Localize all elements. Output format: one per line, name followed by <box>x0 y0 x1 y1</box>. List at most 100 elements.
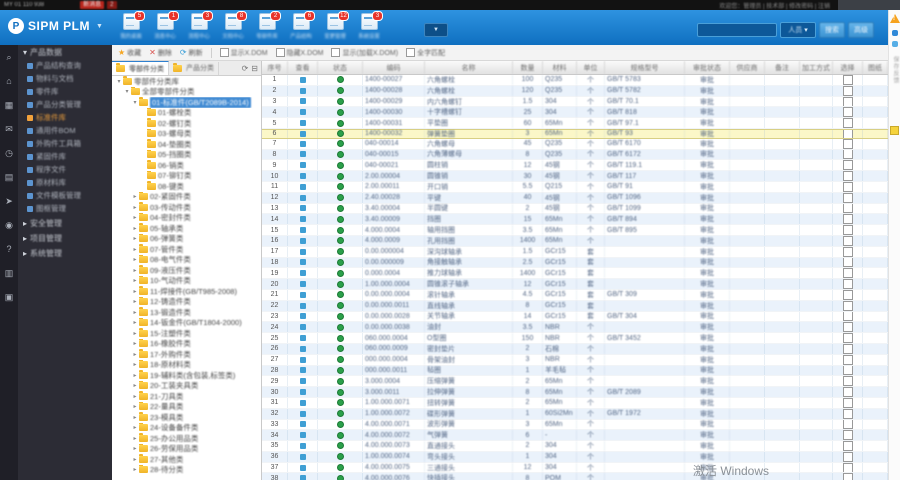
row-checkbox[interactable] <box>842 75 853 85</box>
select-cell[interactable] <box>833 322 863 333</box>
warning-icon[interactable] <box>890 14 900 23</box>
view-cell[interactable] <box>288 333 318 343</box>
table-row[interactable]: 18 0.00.000009 角接触轴承 2.5 GCr15 套 审批 <box>262 257 888 269</box>
view-cell[interactable] <box>288 300 318 311</box>
sidebar-item[interactable]: 零件库 <box>18 85 112 98</box>
select-cell[interactable] <box>833 462 863 473</box>
chevron-right-icon[interactable]: ▸ <box>131 445 139 452</box>
view-icon[interactable] <box>299 367 306 374</box>
column-header[interactable]: 规格型号 <box>605 61 685 74</box>
row-checkbox[interactable] <box>842 451 853 462</box>
row-checkbox[interactable] <box>842 430 853 441</box>
view-cell[interactable] <box>288 430 318 441</box>
report-icon[interactable]: ▣ <box>0 285 18 309</box>
search-scope-select[interactable]: 人员 ▾ <box>780 22 816 38</box>
select-cell[interactable] <box>833 138 863 149</box>
select-cell[interactable] <box>833 408 863 419</box>
select-cell[interactable] <box>833 354 863 365</box>
column-header[interactable]: 序号 <box>262 61 288 74</box>
clock-icon[interactable]: ◷ <box>0 141 18 165</box>
view-cell[interactable] <box>288 289 318 300</box>
view-cell[interactable] <box>288 354 318 365</box>
nav-section-header[interactable]: ▾ 产品数据 <box>18 45 112 59</box>
app-shortcut-icon[interactable] <box>892 30 898 36</box>
row-checkbox[interactable] <box>842 354 853 365</box>
tree-node[interactable]: ▸ 10-气动件类 <box>112 275 261 287</box>
select-cell[interactable] <box>833 419 863 430</box>
select-cell[interactable] <box>833 181 863 192</box>
select-cell[interactable] <box>833 160 863 171</box>
table-row[interactable]: 29 3.000.0004 压缩弹簧 2 65Mn 个 审批 <box>262 376 888 388</box>
row-checkbox[interactable] <box>842 118 853 128</box>
search-input[interactable] <box>697 23 777 37</box>
table-row[interactable]: 30 3.000.0011 拉伸弹簧 8 65Mn 个 GB/T 2089 审批 <box>262 387 888 398</box>
row-checkbox[interactable] <box>842 160 853 171</box>
column-header[interactable]: 图纸 <box>863 61 888 74</box>
view-icon[interactable] <box>299 281 306 288</box>
help-icon[interactable]: ? <box>0 237 18 261</box>
row-checkbox[interactable] <box>842 171 853 181</box>
table-row[interactable]: 3 1400-00029 内六角螺钉 1.5 304 个 GB/T 70.1 审批 <box>262 96 888 108</box>
select-cell[interactable] <box>833 225 863 235</box>
chevron-down-icon[interactable]: ▾ <box>131 99 139 106</box>
row-checkbox[interactable] <box>842 129 853 138</box>
chevron-right-icon[interactable]: ▸ <box>131 372 139 379</box>
row-checkbox[interactable] <box>842 96 853 107</box>
tree-node[interactable]: ▸ 12-铸造件类 <box>112 296 261 308</box>
view-icon[interactable] <box>299 76 306 83</box>
tree-node[interactable]: ▸ 28-待分类 <box>112 464 261 476</box>
tree-node[interactable]: ▸ 20-工装夹具类 <box>112 380 261 392</box>
column-header[interactable]: 编码 <box>363 61 425 74</box>
column-header[interactable]: 备注 <box>765 61 800 74</box>
view-icon[interactable] <box>299 130 306 137</box>
chevron-right-icon[interactable]: ▸ <box>131 340 139 347</box>
sidebar-item[interactable]: 紧固件库 <box>18 150 112 163</box>
row-checkbox[interactable] <box>842 343 853 354</box>
view-cell[interactable] <box>288 235 318 246</box>
view-icon[interactable] <box>299 151 306 158</box>
column-header[interactable]: 供应商 <box>730 61 765 74</box>
view-cell[interactable] <box>288 343 318 354</box>
view-cell[interactable] <box>288 387 318 397</box>
select-cell[interactable] <box>833 246 863 257</box>
tree-node[interactable]: ▸ 04-密封件类 <box>112 212 261 224</box>
toolbar-item[interactable]: 3 系统设置 <box>354 11 385 43</box>
column-header[interactable]: 加工方式 <box>800 61 833 74</box>
view-icon[interactable] <box>299 173 306 180</box>
chevron-down-icon[interactable]: ▾ <box>115 78 123 85</box>
row-checkbox[interactable] <box>842 257 853 268</box>
chevron-right-icon[interactable]: ▸ <box>131 193 139 200</box>
view-cell[interactable] <box>288 246 318 257</box>
view-icon[interactable] <box>299 183 306 190</box>
toolbar-item[interactable]: 6 产品结构 <box>286 11 317 43</box>
tree-node[interactable]: ▸ 27-其他类 <box>112 454 261 465</box>
select-cell[interactable] <box>833 300 863 311</box>
checkbox-icon[interactable] <box>219 48 229 57</box>
tree-node[interactable]: 07-铆钉类 <box>112 170 261 182</box>
view-icon[interactable] <box>299 140 306 147</box>
sidebar-section[interactable]: ▸ 系统管理 <box>18 247 112 260</box>
app-shortcut-icon[interactable] <box>892 41 898 47</box>
view-cell[interactable] <box>288 149 318 160</box>
option-checkbox[interactable]: 隐藏X.DOM <box>275 48 323 58</box>
view-cell[interactable] <box>288 279 318 289</box>
option-checkbox[interactable]: 显示X.DOM <box>219 48 268 58</box>
chevron-right-icon[interactable]: ▸ <box>131 456 139 463</box>
tree-node[interactable]: ▸ 13-锻造件类 <box>112 307 261 318</box>
tree-node[interactable]: ▾ 全部零部件分类 <box>112 86 261 98</box>
table-row[interactable]: 34 4.00.000.0072 气弹簧 6- 个 审批 <box>262 430 888 442</box>
sidebar-item[interactable]: 图框管理 <box>18 202 112 215</box>
view-icon[interactable] <box>299 432 306 439</box>
columns-icon[interactable]: ▥ <box>0 261 18 285</box>
tree-node[interactable]: 06-销类 <box>112 160 261 171</box>
view-icon[interactable] <box>299 227 306 234</box>
chevron-right-icon[interactable]: ▸ <box>131 319 139 326</box>
table-row[interactable]: 28 000.000.0011 毡圈 1 羊毛毡个 审批 <box>262 365 888 377</box>
tree-node[interactable]: 05-挡圈类 <box>112 149 261 161</box>
sidebar-item[interactable]: 物料与文档 <box>18 72 112 85</box>
table-row[interactable]: 36 1.00.000.0074 弯头接头 1 304 个 审批 <box>262 451 888 463</box>
select-cell[interactable] <box>833 107 863 118</box>
view-cell[interactable] <box>288 311 318 322</box>
refresh-button[interactable]: ⟳ 刷新 <box>180 48 203 58</box>
chevron-right-icon[interactable]: ▸ <box>131 403 139 410</box>
